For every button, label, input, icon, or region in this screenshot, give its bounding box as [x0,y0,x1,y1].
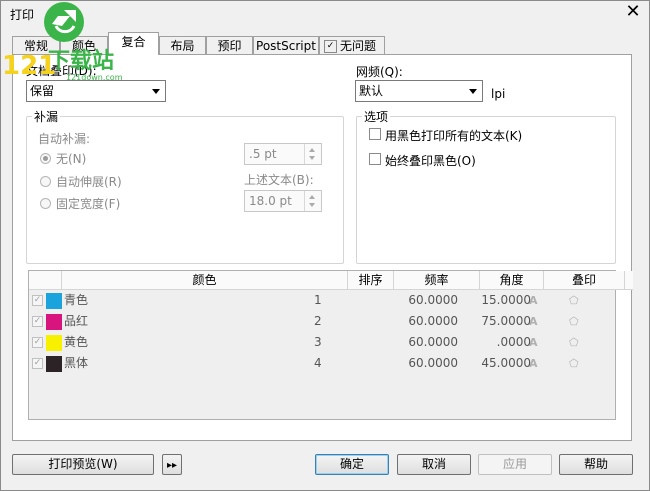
radio-auto-spread[interactable] [40,176,51,187]
header-color[interactable]: 颜色 [62,271,348,290]
tab-no-issues[interactable]: ✓ 无问题 [319,36,385,54]
angle-value: 15.0000 [481,293,531,307]
options-group-title: 选项 [362,108,391,125]
trap-width-spinner[interactable]: .5 pt [244,143,322,165]
color-name: 黑体 [64,356,89,370]
color-separation-table: 颜色 排序 频率 角度 叠印 ✓ 青色 1 60.0000 15.0000 A ⬠ ✓ 品红 2 6… [28,270,633,420]
screen-frequency-label: 网频(Q): [356,65,403,79]
order-value: 4 [314,356,322,370]
overprint-value: 保留 [30,84,55,98]
header-angle[interactable]: 角度 [480,271,544,290]
check-icon: ✓ [324,40,337,53]
table-row[interactable]: ✓ 品红 2 60.0000 75.0000 A ⬠ [29,311,615,332]
radio-none-label: 无(N) [56,152,87,166]
chevron-down-icon [469,89,477,94]
color-swatch [46,314,62,330]
header-check-column [29,271,62,290]
svg-text:下载站: 下载站 [48,48,114,74]
overprint-select[interactable]: 保留 [26,80,166,102]
header-order[interactable]: 排序 [348,271,394,290]
angle-value: 75.0000 [481,314,531,328]
screen-frequency-select[interactable]: 默认 [355,80,483,102]
tab-postscript[interactable]: PostScript [253,36,319,54]
overprint-text-icon[interactable]: A [529,353,543,374]
overprint-fill-icon[interactable]: ⬠ [569,311,583,332]
above-text-spinner[interactable]: 18.0 pt [244,190,322,212]
auto-trap-label: 自动补漏: [38,132,91,146]
tab-layout[interactable]: 布局 [159,36,206,54]
color-name: 青色 [64,293,89,307]
radio-fixed-width-label: 固定宽度(F) [56,197,121,211]
order-value: 1 [314,293,322,307]
row-checkbox[interactable]: ✓ [32,295,43,306]
close-icon[interactable]: ✕ [622,1,644,23]
radio-auto-spread-label: 自动伸展(R) [56,175,122,189]
row-checkbox[interactable]: ✓ [32,337,43,348]
above-text-label: 上述文本(B): [244,173,314,187]
above-text-value: 18.0 pt [249,194,292,208]
apply-button[interactable]: 应用 [478,454,552,475]
print-preview-button[interactable]: 打印预览(W) [12,454,154,475]
overprint-black-label: 始终叠印黑色(O) [385,154,476,168]
order-value: 2 [314,314,322,328]
overprint-black-checkbox[interactable] [369,153,381,165]
tab-no-issues-label: 无问题 [339,39,376,53]
cancel-button[interactable]: 取消 [397,454,471,475]
expand-preview-button[interactable]: ▸▸ [162,454,182,475]
black-text-checkbox[interactable] [369,128,381,140]
watermark-logo: 121 下载站 121down.com [2,2,123,82]
frequency-value: 60.0000 [408,293,458,307]
color-name: 黄色 [64,335,89,349]
header-filler [625,271,633,290]
overprint-text-icon[interactable]: A [529,311,543,332]
spinner-arrows-icon[interactable] [304,144,321,164]
help-button[interactable]: 帮助 [559,454,633,475]
overprint-text-icon[interactable]: A [529,290,543,311]
tab-prepress[interactable]: 预印 [206,36,253,54]
color-swatch [46,335,62,351]
table-row[interactable]: ✓ 青色 1 60.0000 15.0000 A ⬠ [29,290,615,311]
row-checkbox[interactable]: ✓ [32,358,43,369]
row-checkbox[interactable]: ✓ [32,316,43,327]
trap-group-title: 补漏 [32,108,61,125]
table-row[interactable]: ✓ 黑体 4 60.0000 45.0000 A ⬠ [29,353,615,374]
spinner-arrows-icon[interactable] [304,191,321,211]
angle-value: 45.0000 [481,356,531,370]
frequency-value: 60.0000 [408,356,458,370]
frequency-value: 60.0000 [408,335,458,349]
frequency-value: 60.0000 [408,314,458,328]
order-value: 3 [314,335,322,349]
chevron-down-icon [152,89,160,94]
overprint-fill-icon[interactable]: ⬠ [569,332,583,353]
header-frequency[interactable]: 频率 [394,271,480,290]
radio-fixed-width[interactable] [40,198,51,209]
lpi-label: lpi [491,87,506,101]
color-name: 品红 [64,314,89,328]
black-text-label: 用黑色打印所有的文本(K) [385,129,523,143]
color-swatch [46,356,62,372]
table-row[interactable]: ✓ 黄色 3 60.0000 .0000 A ⬠ [29,332,615,353]
header-overprint[interactable]: 叠印 [544,271,625,290]
screen-frequency-value: 默认 [359,84,384,98]
overprint-fill-icon[interactable]: ⬠ [569,353,583,374]
radio-none[interactable] [40,153,51,164]
color-swatch [46,293,62,309]
overprint-fill-icon[interactable]: ⬠ [569,290,583,311]
angle-value: .0000 [496,335,531,349]
overprint-text-icon[interactable]: A [529,332,543,353]
svg-text:121down.com: 121down.com [66,73,123,82]
double-arrow-right-icon: ▸▸ [166,460,178,471]
ok-button[interactable]: 确定 [315,454,389,475]
trap-width-value: .5 pt [249,147,277,161]
